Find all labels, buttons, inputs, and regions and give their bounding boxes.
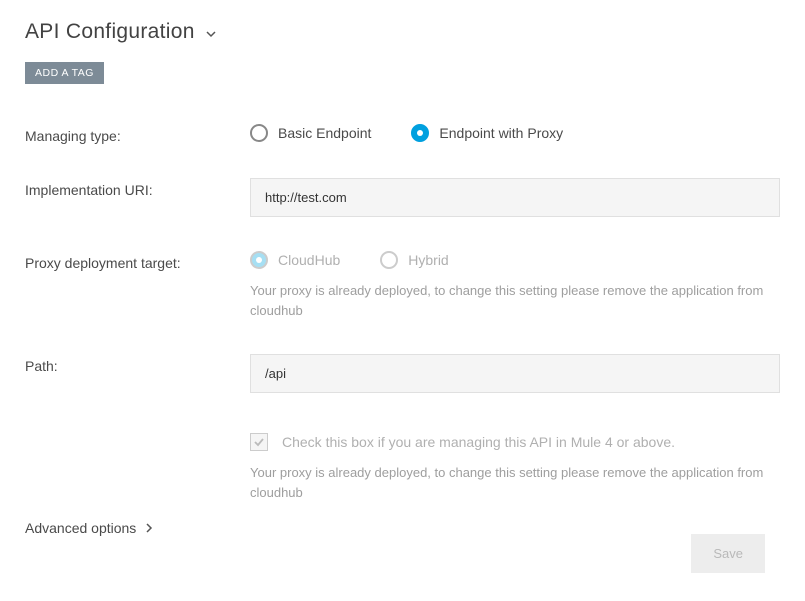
implementation-uri-input[interactable] — [250, 178, 780, 217]
path-label: Path: — [25, 354, 250, 374]
mule4-helper: Your proxy is already deployed, to chang… — [250, 463, 780, 502]
radio-label: Basic Endpoint — [278, 125, 371, 141]
section-header[interactable]: API Configuration — [25, 20, 780, 44]
proxy-target-radio-group: CloudHub Hybrid — [250, 251, 780, 269]
managing-type-radio-group: Basic Endpoint Endpoint with Proxy — [250, 124, 780, 142]
radio-label: Endpoint with Proxy — [439, 125, 563, 141]
empty-label — [25, 427, 250, 431]
mule4-checkbox — [250, 433, 268, 451]
check-icon — [253, 436, 265, 448]
mule4-control: Check this box if you are managing this … — [250, 427, 780, 502]
advanced-options-toggle[interactable]: Advanced options — [25, 520, 780, 536]
radio-label: Hybrid — [408, 252, 448, 268]
save-button[interactable]: Save — [691, 534, 765, 573]
managing-type-label: Managing type: — [25, 124, 250, 144]
add-tag-button[interactable]: ADD A TAG — [25, 62, 104, 84]
mule4-checkbox-label: Check this box if you are managing this … — [282, 434, 675, 450]
radio-icon — [380, 251, 398, 269]
radio-cloudhub: CloudHub — [250, 251, 340, 269]
row-proxy-target: Proxy deployment target: CloudHub Hybrid… — [25, 251, 780, 320]
chevron-down-icon — [205, 28, 217, 40]
implementation-uri-label: Implementation URI: — [25, 178, 250, 198]
radio-icon — [250, 251, 268, 269]
radio-label: CloudHub — [278, 252, 340, 268]
radio-endpoint-with-proxy[interactable]: Endpoint with Proxy — [411, 124, 563, 142]
row-path: Path: — [25, 354, 780, 393]
proxy-target-label: Proxy deployment target: — [25, 251, 250, 271]
path-input[interactable] — [250, 354, 780, 393]
config-form: Managing type: Basic Endpoint Endpoint w… — [25, 124, 780, 536]
proxy-target-helper: Your proxy is already deployed, to chang… — [250, 281, 780, 320]
chevron-right-icon — [144, 523, 154, 533]
radio-icon — [411, 124, 429, 142]
path-control — [250, 354, 780, 393]
row-mule4: Check this box if you are managing this … — [25, 427, 780, 502]
radio-icon — [250, 124, 268, 142]
radio-basic-endpoint[interactable]: Basic Endpoint — [250, 124, 371, 142]
mule4-checkbox-row: Check this box if you are managing this … — [250, 433, 780, 451]
proxy-target-control: CloudHub Hybrid Your proxy is already de… — [250, 251, 780, 320]
advanced-options-label: Advanced options — [25, 520, 136, 536]
implementation-uri-control — [250, 178, 780, 217]
row-managing-type: Managing type: Basic Endpoint Endpoint w… — [25, 124, 780, 144]
page-title: API Configuration — [25, 20, 195, 44]
row-implementation-uri: Implementation URI: — [25, 178, 780, 217]
radio-hybrid: Hybrid — [380, 251, 448, 269]
